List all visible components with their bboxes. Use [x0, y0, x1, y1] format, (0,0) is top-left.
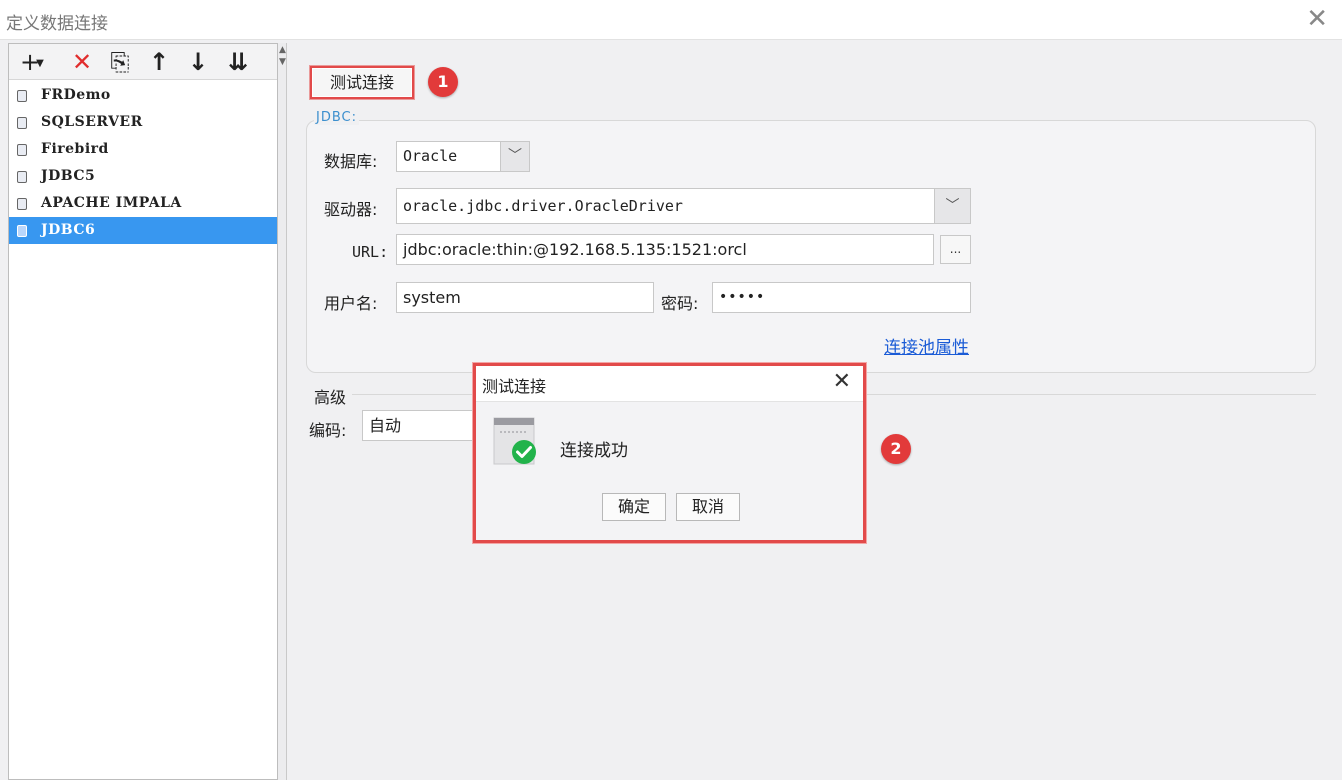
- connection-item-label: SQLSERVER: [41, 114, 143, 130]
- driver-select[interactable]: oracle.jdbc.driver.OracleDriver: [396, 188, 971, 224]
- divider: [286, 43, 287, 780]
- encoding-label: 编码:: [309, 421, 347, 440]
- step-badge-2: 2: [881, 434, 911, 464]
- connection-item-label: JDBC6: [41, 222, 96, 238]
- collapse-left-arrow-icon[interactable]: ▲: [279, 45, 286, 55]
- url-input-value: jdbc:oracle:thin:@192.168.5.135:1521:orc…: [403, 240, 747, 259]
- sort-icon[interactable]: ⇊: [223, 48, 253, 76]
- dialog-title: 测试连接: [482, 377, 547, 396]
- connection-toolbar: + ▼ ✕ ⎘ ↑ ↓ ⇊: [9, 44, 277, 80]
- url-input[interactable]: jdbc:oracle:thin:@192.168.5.135:1521:orc…: [396, 234, 934, 265]
- panel-splitter[interactable]: ▲ ▼: [278, 43, 286, 780]
- url-browse-button[interactable]: ...: [940, 235, 971, 264]
- window-title-bar: 定义数据连接 ✕: [0, 0, 1342, 40]
- connection-item-sqlserver[interactable]: SQLSERVER: [9, 109, 277, 136]
- username-input-value: system: [403, 288, 461, 307]
- database-select-value: Oracle: [403, 147, 458, 165]
- collapse-right-arrow-icon[interactable]: ▼: [279, 57, 286, 67]
- encoding-select[interactable]: 自动: [362, 410, 474, 441]
- driver-select-value: oracle.jdbc.driver.OracleDriver: [403, 197, 683, 215]
- username-label: 用户名:: [324, 294, 378, 313]
- connection-item-label: JDBC5: [41, 168, 96, 184]
- add-dropdown-caret-icon[interactable]: ▼: [33, 50, 47, 78]
- connection-success-icon: [492, 416, 538, 466]
- dialog-title-bar: 测试连接 ✕: [476, 366, 863, 402]
- database-icon: [17, 225, 27, 237]
- connection-list: FRDemo SQLSERVER Firebird JDBC5 APACHE I…: [9, 82, 277, 244]
- connection-item-label: FRDemo: [41, 87, 111, 103]
- move-up-icon[interactable]: ↑: [144, 48, 174, 76]
- connection-item-firebird[interactable]: Firebird: [9, 136, 277, 163]
- copy-connection-icon[interactable]: ⎘: [105, 48, 135, 76]
- database-icon: [17, 90, 27, 102]
- dialog-close-icon[interactable]: ✕: [833, 369, 851, 394]
- window-close-icon[interactable]: ✕: [1306, 6, 1328, 32]
- driver-label: 驱动器:: [324, 200, 378, 219]
- password-label: 密码:: [661, 294, 699, 313]
- connection-item-apache-impala[interactable]: APACHE IMPALA: [9, 190, 277, 217]
- encoding-select-value: 自动: [369, 416, 402, 435]
- window-title: 定义数据连接: [6, 14, 108, 34]
- connection-item-label: APACHE IMPALA: [41, 195, 182, 211]
- step-badge-1: 1: [428, 67, 458, 97]
- database-icon: [17, 144, 27, 156]
- test-connection-button[interactable]: 测试连接: [310, 66, 414, 99]
- connection-list-panel: + ▼ ✕ ⎘ ↑ ↓ ⇊ FRDemo SQLSERVER Firebird …: [8, 43, 278, 780]
- advanced-group-legend: 高级: [314, 388, 347, 407]
- jdbc-group-legend: JDBC:: [314, 110, 359, 125]
- connection-pool-properties-link[interactable]: 连接池属性: [884, 333, 969, 358]
- connection-item-jdbc5[interactable]: JDBC5: [9, 163, 277, 190]
- driver-dropdown-chevron-icon[interactable]: ﹀: [934, 189, 970, 223]
- database-label: 数据库:: [324, 152, 378, 171]
- url-label: URL:: [352, 243, 389, 261]
- connection-item-label: Firebird: [41, 141, 109, 157]
- cancel-button[interactable]: 取消: [676, 493, 740, 521]
- ok-button[interactable]: 确定: [602, 493, 666, 521]
- connection-item-frdemo[interactable]: FRDemo: [9, 82, 277, 109]
- password-input[interactable]: •••••: [712, 282, 971, 313]
- connection-item-jdbc6[interactable]: JDBC6: [9, 217, 277, 244]
- move-down-icon[interactable]: ↓: [183, 48, 213, 76]
- password-input-value: •••••: [719, 289, 766, 305]
- test-connection-dialog: 测试连接 ✕ 连接成功 确定 取消: [473, 363, 866, 543]
- database-icon: [17, 117, 27, 129]
- database-icon: [17, 171, 27, 183]
- dialog-message: 连接成功: [560, 441, 628, 461]
- username-input[interactable]: system: [396, 282, 654, 313]
- database-icon: [17, 198, 27, 210]
- delete-connection-icon[interactable]: ✕: [67, 48, 97, 76]
- database-dropdown-chevron-icon[interactable]: ﹀: [500, 142, 529, 171]
